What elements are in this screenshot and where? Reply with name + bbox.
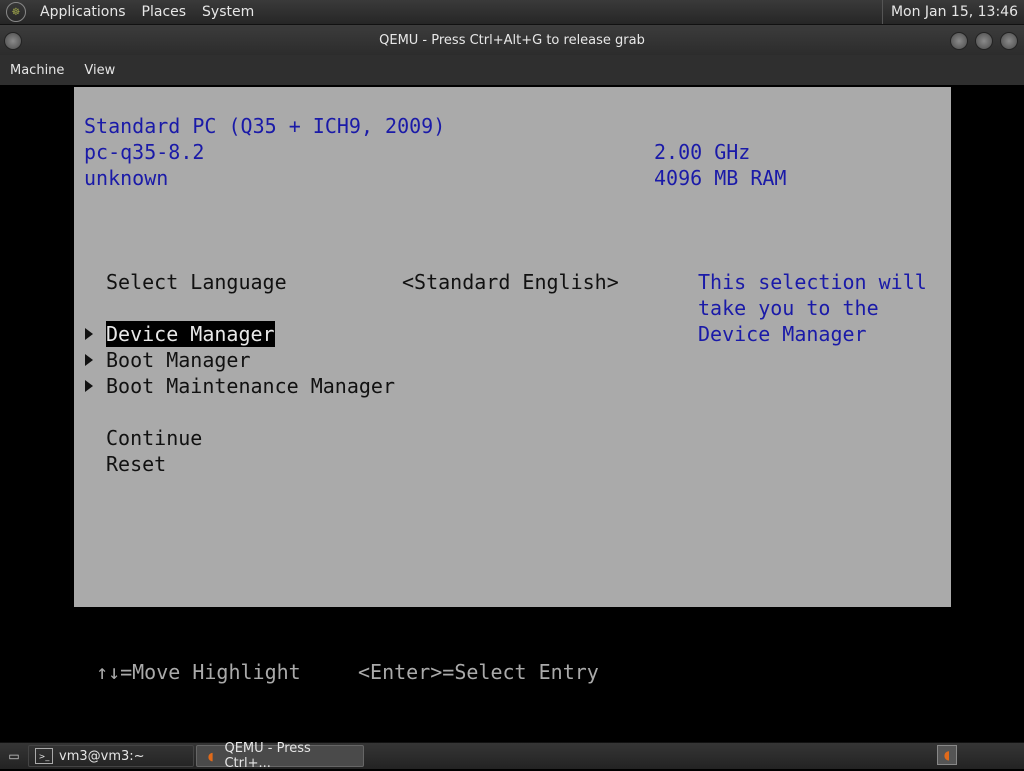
clock[interactable]: Mon Jan 15, 13:46: [881, 0, 1024, 24]
applications-menu[interactable]: Applications: [32, 4, 134, 20]
footer-enter-hint: <Enter>=Select Entry: [358, 660, 599, 684]
view-menu[interactable]: View: [74, 63, 125, 78]
menu-item-boot-maintenance-manager[interactable]: Boot Maintenance Manager: [106, 373, 395, 399]
help-text-line: This selection will: [698, 270, 927, 294]
machine-version: pc-q35-8.2: [84, 140, 205, 164]
close-icon[interactable]: [1000, 32, 1018, 50]
taskbar-item-terminal[interactable]: >_ vm3@vm3:~: [28, 745, 194, 767]
submenu-arrow-icon: [85, 354, 93, 366]
show-desktop-icon[interactable]: ▭: [4, 746, 24, 766]
machine-menu[interactable]: Machine: [0, 63, 74, 78]
minimize-icon[interactable]: [950, 32, 968, 50]
taskbar-item-qemu[interactable]: ◖ QEMU - Press Ctrl+...: [196, 741, 364, 771]
cpu-speed: 2.00 GHz: [654, 140, 751, 164]
taskbar-item-label: QEMU - Press Ctrl+...: [224, 741, 311, 771]
select-language-label: Select Language: [106, 270, 287, 294]
menu-item-device-manager[interactable]: Device Manager: [106, 321, 275, 347]
footer-move-hint: ↑↓=Move Highlight: [96, 660, 301, 684]
memory-size: 4096 MB RAM: [654, 166, 787, 190]
bottom-taskbar: ▭ >_ vm3@vm3:~ ◖ QEMU - Press Ctrl+... ◖: [0, 741, 1024, 771]
menu-item-boot-manager[interactable]: Boot Manager: [106, 347, 251, 373]
submenu-arrow-icon: [85, 380, 93, 392]
window-titlebar[interactable]: QEMU - Press Ctrl+Alt+G to release grab: [0, 25, 1024, 55]
terminal-icon: >_: [35, 748, 53, 764]
serial-value: unknown: [84, 166, 169, 190]
continue-action[interactable]: Continue: [106, 425, 202, 451]
reset-action[interactable]: Reset: [106, 451, 166, 477]
help-text-line: Device Manager: [698, 322, 867, 346]
maximize-icon[interactable]: [975, 32, 993, 50]
platform-name: Standard PC (Q35 + ICH9, 2009): [84, 114, 446, 138]
guest-display[interactable]: Standard PC (Q35 + ICH9, 2009) pc-q35-8.…: [0, 85, 1024, 742]
places-menu[interactable]: Places: [134, 4, 195, 20]
taskbar-item-label: vm3@vm3:~: [59, 748, 145, 764]
qemu-menubar: Machine View: [0, 55, 1024, 85]
qemu-icon: ◖: [207, 749, 214, 763]
submenu-arrow-icon: [85, 328, 93, 340]
top-panel: ☸ Applications Places System Mon Jan 15,…: [0, 0, 1024, 25]
system-menu[interactable]: System: [194, 4, 262, 20]
window-menu-icon[interactable]: [4, 32, 22, 50]
bios-main-panel: Standard PC (Q35 + ICH9, 2009) pc-q35-8.…: [74, 87, 951, 607]
gnome-foot-icon[interactable]: ☸: [6, 2, 26, 22]
tray-qemu-icon[interactable]: ◖: [937, 745, 957, 765]
window-title: QEMU - Press Ctrl+Alt+G to release grab: [379, 32, 645, 48]
language-selector[interactable]: <Standard English>: [402, 269, 619, 295]
help-text-line: take you to the: [698, 296, 879, 320]
